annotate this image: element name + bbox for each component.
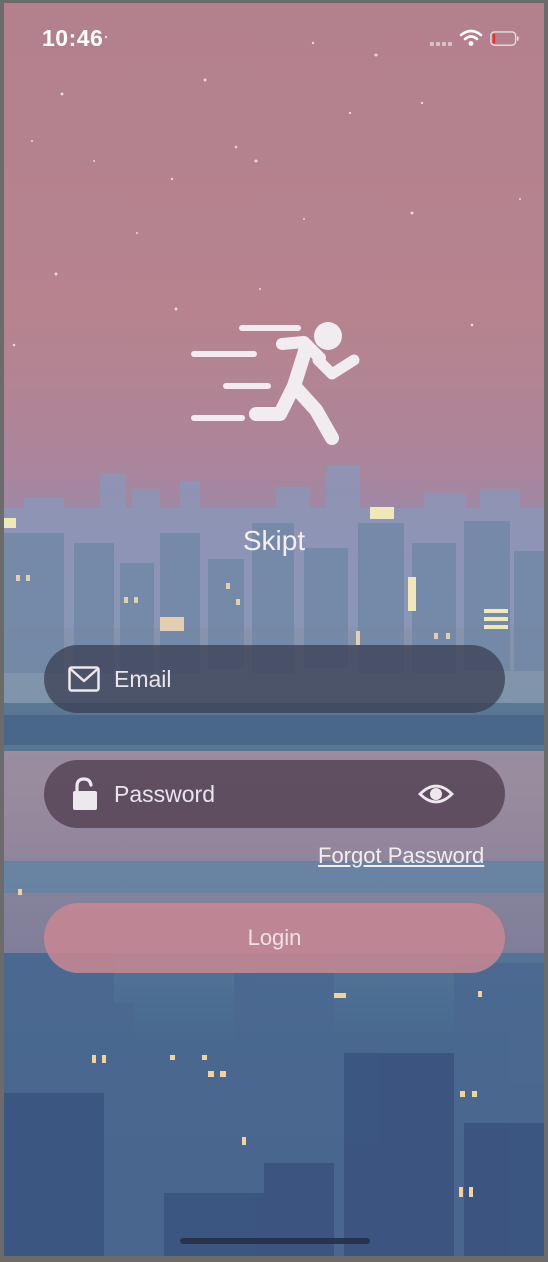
status-bar: 10:46	[4, 3, 544, 73]
password-input[interactable]	[114, 760, 414, 828]
wifi-icon	[459, 29, 483, 46]
forgot-password-link[interactable]: Forgot Password	[318, 843, 484, 869]
status-time: 10:46	[42, 25, 104, 51]
login-button[interactable]: Login	[44, 903, 505, 973]
city-skyline-background	[4, 35, 544, 1256]
email-field-container[interactable]	[44, 645, 505, 713]
battery-icon	[490, 31, 519, 46]
running-person-icon	[191, 322, 360, 445]
eye-icon[interactable]	[418, 782, 454, 806]
unlocked-padlock-icon	[73, 777, 97, 810]
cellular-signal-icon	[430, 42, 452, 46]
app-title: Skipt	[242, 525, 306, 556]
envelope-icon	[68, 666, 100, 692]
login-screen: 10:46 Skipt Email Forgot Password Login	[4, 3, 544, 1256]
email-input[interactable]	[114, 645, 414, 713]
home-indicator[interactable]	[180, 1238, 370, 1244]
password-field-container[interactable]	[44, 760, 505, 828]
